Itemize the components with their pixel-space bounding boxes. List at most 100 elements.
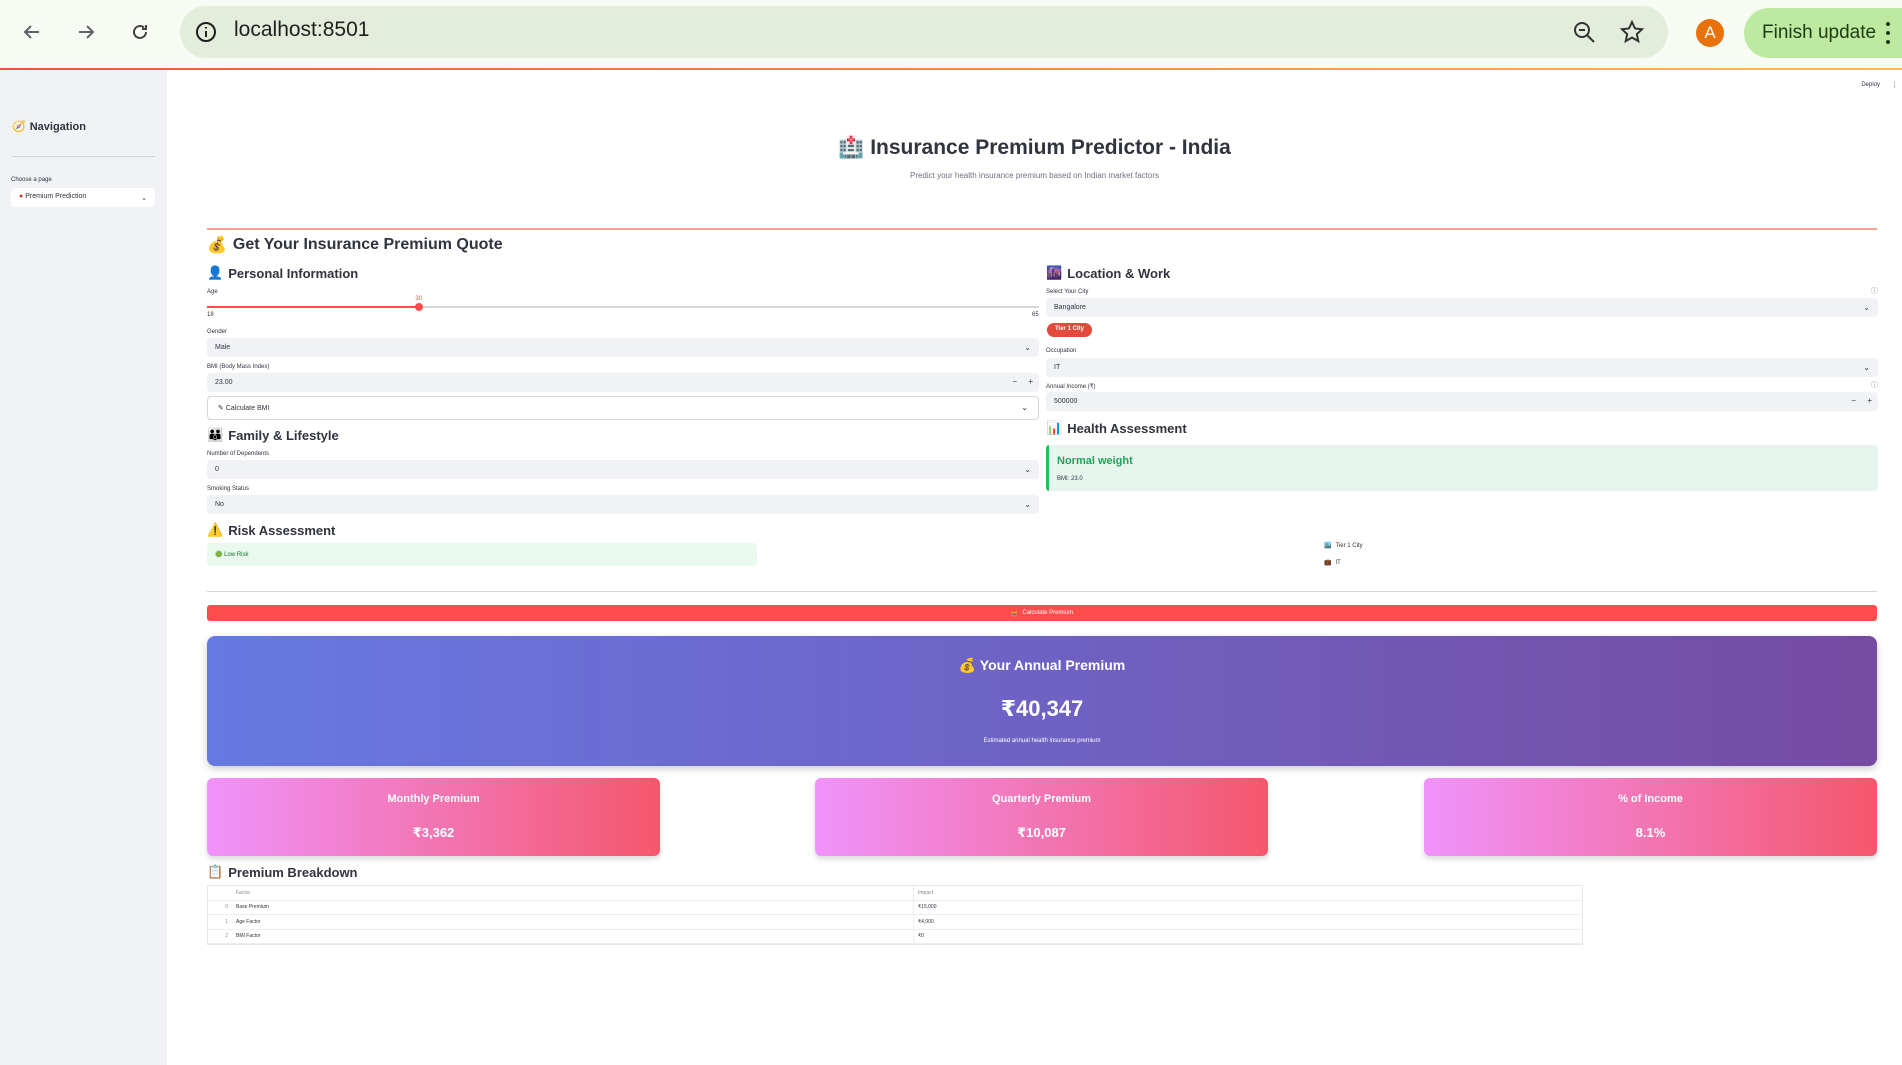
url-text[interactable]: localhost:8501 (234, 18, 369, 42)
warning-icon: ⚠️ (207, 522, 224, 537)
income-value: 500000 (1054, 398, 1078, 405)
dependents-select[interactable]: 0 ⌄ (207, 460, 1039, 479)
section-divider (207, 228, 1877, 230)
quarterly-premium-title: Quarterly Premium (991, 793, 1092, 805)
page-title-text: Insurance Premium Predictor - India (870, 136, 1231, 159)
risk-heading-text: Risk Assessment (228, 522, 336, 538)
chevron-down-icon: ⌄ (1024, 500, 1031, 509)
age-slider-fill (207, 306, 420, 308)
income-input[interactable]: 500000 − + (1046, 392, 1878, 411)
table-row[interactable]: 1 Age Factor ₹4,000 (208, 915, 1582, 930)
calculate-premium-label: Calculate Premium (1022, 610, 1074, 616)
deploy-button[interactable]: Deploy (1861, 82, 1880, 88)
table-header: Factor Impact (208, 886, 1582, 901)
occupation-select[interactable]: IT ⌄ (1046, 358, 1878, 377)
browser-toolbar: localhost:8501 A Finish update (0, 0, 1902, 68)
risk-heading: ⚠️ Risk Assessment (207, 522, 335, 538)
forward-icon[interactable] (70, 16, 102, 48)
smoking-value: No (215, 501, 224, 508)
quarterly-premium-value: ₹10,087 (1017, 825, 1066, 840)
app-menu-icon[interactable]: ⋮ (1891, 81, 1898, 89)
profile-avatar[interactable]: A (1696, 19, 1724, 47)
chevron-down-icon: ⌄ (1021, 403, 1028, 412)
tier-badge: Tier 1 City (1047, 323, 1092, 337)
age-slider-max: 65 (1032, 312, 1039, 318)
gender-select[interactable]: Male ⌄ (207, 338, 1039, 357)
monthly-premium-value: ₹3,362 (412, 825, 455, 840)
city-select[interactable]: Bangalore ⌄ (1046, 298, 1878, 317)
income-percent-card: % of Income 8.1% (1424, 778, 1877, 856)
risk-factor-tier-text: Tier 1 City (1335, 542, 1363, 549)
risk-factor-tier: 🏙️ Tier 1 City (1324, 542, 1363, 550)
city-icon: 🌆 (1046, 265, 1063, 280)
risk-factors-list: 🏙️ Tier 1 City 💼 IT (1324, 542, 1363, 576)
decrement-button[interactable]: − (1012, 377, 1017, 386)
annual-premium-subtitle: Estimated annual health insurance premiu… (983, 738, 1101, 744)
breakdown-heading-text: Premium Breakdown (228, 864, 358, 880)
pencil-icon: ✎ (218, 405, 224, 412)
increment-button[interactable]: + (1028, 377, 1033, 386)
help-icon[interactable]: ⓘ (1871, 380, 1878, 390)
site-info-icon[interactable] (194, 20, 218, 44)
occupation-label: Occupation (1046, 348, 1077, 354)
annual-premium-card: 💰 Your Annual Premium ₹40,347 Estimated … (207, 636, 1877, 766)
calculate-bmi-expander[interactable]: ✎ Calculate BMI ⌄ (207, 396, 1039, 420)
calculator-icon: 🧮 (1010, 610, 1019, 617)
calculate-premium-button[interactable]: 🧮 Calculate Premium (207, 605, 1877, 621)
smoking-label: Smoking Status (207, 486, 250, 492)
breakdown-table[interactable]: Factor Impact 0 Base Premium ₹15,000 1 A… (207, 885, 1583, 945)
finish-update-button[interactable]: Finish update (1744, 8, 1902, 58)
smoking-select[interactable]: No ⌄ (207, 495, 1039, 514)
city-value: Bangalore (1054, 304, 1086, 311)
divider (207, 591, 1877, 592)
family-heading-text: Family & Lifestyle (228, 427, 339, 443)
family-icon: 👪 (207, 427, 224, 442)
personal-heading: 👤 Personal Information (207, 265, 358, 281)
sidebar: 🧭 Navigation Choose a page ● Premium Pre… (0, 70, 167, 1065)
money-bag-icon: 💰 (207, 237, 227, 254)
quote-heading: 💰 Get Your Insurance Premium Quote (207, 235, 503, 255)
back-icon[interactable] (16, 16, 48, 48)
address-bar[interactable]: localhost:8501 (180, 6, 1668, 58)
main-content: Deploy ⋮ 🏥 Insurance Premium Predictor -… (167, 70, 1902, 1065)
personal-heading-text: Personal Information (228, 265, 359, 281)
page-select[interactable]: ● Premium Prediction ⌄ (11, 188, 155, 207)
table-row[interactable]: 0 Base Premium ₹15,000 (208, 900, 1582, 915)
column-header[interactable]: Factor (232, 886, 914, 900)
dependents-value: 0 (215, 466, 219, 473)
chart-icon: 📊 (1046, 420, 1063, 435)
page-title: 🏥 Insurance Premium Predictor - India (167, 136, 1902, 160)
compass-icon: 🧭 (12, 121, 26, 133)
income-percent-title: % of Income (1618, 793, 1683, 805)
increment-button[interactable]: + (1867, 396, 1872, 405)
health-status-box: Normal weight BMI: 23.0 (1046, 445, 1878, 491)
more-menu-icon[interactable] (1886, 21, 1890, 45)
table-row[interactable]: 2 BMI Factor ₹0 (208, 929, 1582, 944)
age-slider-min: 18 (207, 312, 214, 318)
income-label: Annual Income (₹) (1046, 384, 1096, 390)
risk-level: Low Risk (224, 552, 249, 558)
reload-icon[interactable] (124, 16, 156, 48)
decrement-button[interactable]: − (1851, 396, 1856, 405)
monthly-premium-card: Monthly Premium ₹3,362 (207, 778, 660, 856)
help-icon[interactable]: ⓘ (1871, 286, 1878, 296)
age-slider-thumb[interactable] (415, 303, 424, 311)
age-slider-value: 30 (415, 296, 423, 302)
bookmark-star-icon[interactable] (1618, 18, 1646, 46)
person-icon: 👤 (207, 265, 224, 280)
row-index: 1 (225, 918, 228, 925)
page-subtitle: Predict your health insurance premium ba… (909, 171, 1159, 180)
green-circle-icon: 🟢 (215, 552, 223, 558)
health-heading-text: Health Assessment (1067, 420, 1187, 436)
zoom-icon[interactable] (1570, 18, 1598, 46)
risk-factor-occupation: 💼 IT (1324, 559, 1363, 567)
row-index: 2 (225, 933, 228, 940)
impact-cell: ₹4,000 (918, 918, 934, 925)
annual-premium-value: ₹40,347 (1000, 696, 1084, 721)
city-icon: 🏙️ (1324, 543, 1332, 549)
risk-factor-occupation-text: IT (1335, 559, 1341, 566)
page-select-value: Premium Prediction (25, 193, 87, 200)
bmi-input[interactable]: 23.00 − + (207, 373, 1039, 392)
age-label: Age (207, 289, 218, 295)
column-header[interactable]: Impact (914, 890, 1582, 896)
